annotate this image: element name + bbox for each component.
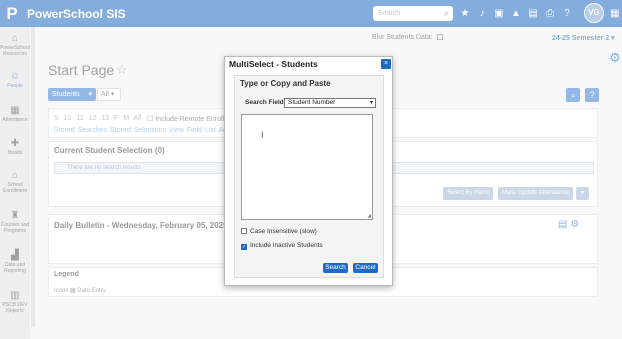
dialog-subtitle: Type or Copy and Paste — [240, 79, 331, 88]
search-field-value: Student Number — [288, 99, 336, 106]
paste-textarea[interactable]: I ◢ — [241, 114, 373, 220]
include-inactive-checkbox[interactable]: ✓ — [241, 244, 247, 250]
cancel-button[interactable]: Cancel — [353, 263, 378, 273]
text-cursor-icon: I — [261, 130, 264, 140]
resize-grip-icon[interactable]: ◢ — [367, 213, 371, 219]
include-inactive-label: Include Inactive Students — [250, 242, 323, 249]
include-inactive-option[interactable]: ✓ Include Inactive Students — [241, 242, 323, 250]
case-insensitive-checkbox[interactable] — [241, 228, 247, 234]
dialog-body: Type or Copy and Paste Search Field Stud… — [234, 75, 384, 278]
chevron-down-icon: ▾ — [369, 100, 373, 106]
case-insensitive-option[interactable]: Case Insensitive (slow) — [241, 228, 317, 235]
search-button[interactable]: Search — [323, 263, 348, 273]
search-field-label: Search Field — [245, 99, 284, 106]
dialog-title: MultiSelect - Students — [229, 59, 318, 69]
multiselect-students-dialog: MultiSelect - Students × Type or Copy an… — [224, 56, 393, 286]
search-field-select[interactable]: Student Number ▾ — [284, 98, 376, 108]
close-button[interactable]: × — [381, 59, 391, 69]
case-insensitive-label: Case Insensitive (slow) — [250, 228, 317, 235]
